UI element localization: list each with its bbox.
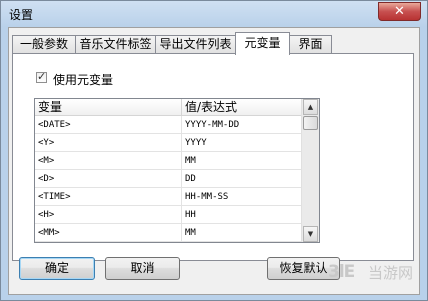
variable-cell: <DATE> xyxy=(35,116,182,134)
vertical-scrollbar[interactable]: ▲ ▼ xyxy=(301,99,319,242)
cancel-button[interactable]: 取消 xyxy=(105,257,180,280)
watermark: 3lE 当游网 xyxy=(328,260,424,282)
variable-cell: <H> xyxy=(35,206,182,224)
table-row[interactable]: <D> DD xyxy=(35,170,303,188)
scrollbar-thumb[interactable] xyxy=(303,116,318,130)
variable-cell: <Y> xyxy=(35,134,182,152)
watermark-text: 当游网 xyxy=(368,264,414,282)
table-header: 变量 值/表达式 xyxy=(35,99,303,116)
tab-music-tags[interactable]: 音乐文件标签 xyxy=(75,35,156,54)
table-row[interactable]: <Y> YYYY xyxy=(35,134,303,152)
value-cell: MM xyxy=(185,228,196,238)
tab-export-list[interactable]: 导出文件列表 xyxy=(155,35,236,54)
watermark-logo: 3lE xyxy=(328,262,355,282)
scroll-down-button[interactable]: ▼ xyxy=(303,226,318,242)
value-cell: HH xyxy=(185,210,196,220)
use-meta-variables-checkbox[interactable] xyxy=(36,70,47,83)
meta-variables-panel: 使用元变量 变量 值/表达式 <DATE> YYYY-MM-DD <Y> YYY… xyxy=(12,53,414,261)
window-title: 设置 xyxy=(9,8,34,22)
chevron-up-icon: ▲ xyxy=(307,103,314,111)
title-bar[interactable]: 设置 ✕ xyxy=(1,1,427,27)
value-cell: YYYY xyxy=(185,138,207,148)
value-cell: DD xyxy=(185,174,196,184)
variables-table[interactable]: 变量 值/表达式 <DATE> YYYY-MM-DD <Y> YYYY <M> … xyxy=(34,98,320,243)
variable-cell: <D> xyxy=(35,170,182,188)
variable-cell: <M> xyxy=(35,152,182,170)
value-cell: YYYY-MM-DD xyxy=(185,120,240,130)
ok-button[interactable]: 确定 xyxy=(19,257,95,280)
tab-general[interactable]: 一般参数 xyxy=(12,35,76,54)
chevron-down-icon: ▼ xyxy=(307,230,314,238)
tab-meta-variables[interactable]: 元变量 xyxy=(235,32,290,55)
value-cell: HH-MM-SS xyxy=(185,192,229,202)
table-row[interactable]: <MM> MM xyxy=(35,224,303,242)
tab-interface[interactable]: 界面 xyxy=(289,35,332,54)
close-button[interactable]: ✕ xyxy=(378,2,421,21)
table-body: <DATE> YYYY-MM-DD <Y> YYYY <M> MM <D> DD xyxy=(35,116,303,242)
value-cell: MM xyxy=(185,156,196,166)
dialog-body: 一般参数 音乐文件标签 导出文件列表 元变量 界面 使用元变量 变量 值/表达式… xyxy=(8,27,420,295)
scroll-up-button[interactable]: ▲ xyxy=(303,99,318,115)
column-header-variable[interactable]: 变量 xyxy=(35,99,182,115)
use-meta-variables-label[interactable]: 使用元变量 xyxy=(53,71,113,88)
table-row[interactable]: <H> HH xyxy=(35,206,303,224)
variable-cell: <TIME> xyxy=(35,188,182,206)
table-row[interactable]: <DATE> YYYY-MM-DD xyxy=(35,116,303,134)
variable-cell: <MM> xyxy=(35,224,182,242)
table-row[interactable]: <TIME> HH-MM-SS xyxy=(35,188,303,206)
table-row[interactable]: <M> MM xyxy=(35,152,303,170)
column-header-value[interactable]: 值/表达式 xyxy=(182,99,303,115)
settings-window: 设置 ✕ 一般参数 音乐文件标签 导出文件列表 元变量 界面 使用元变量 变量 … xyxy=(0,0,428,301)
